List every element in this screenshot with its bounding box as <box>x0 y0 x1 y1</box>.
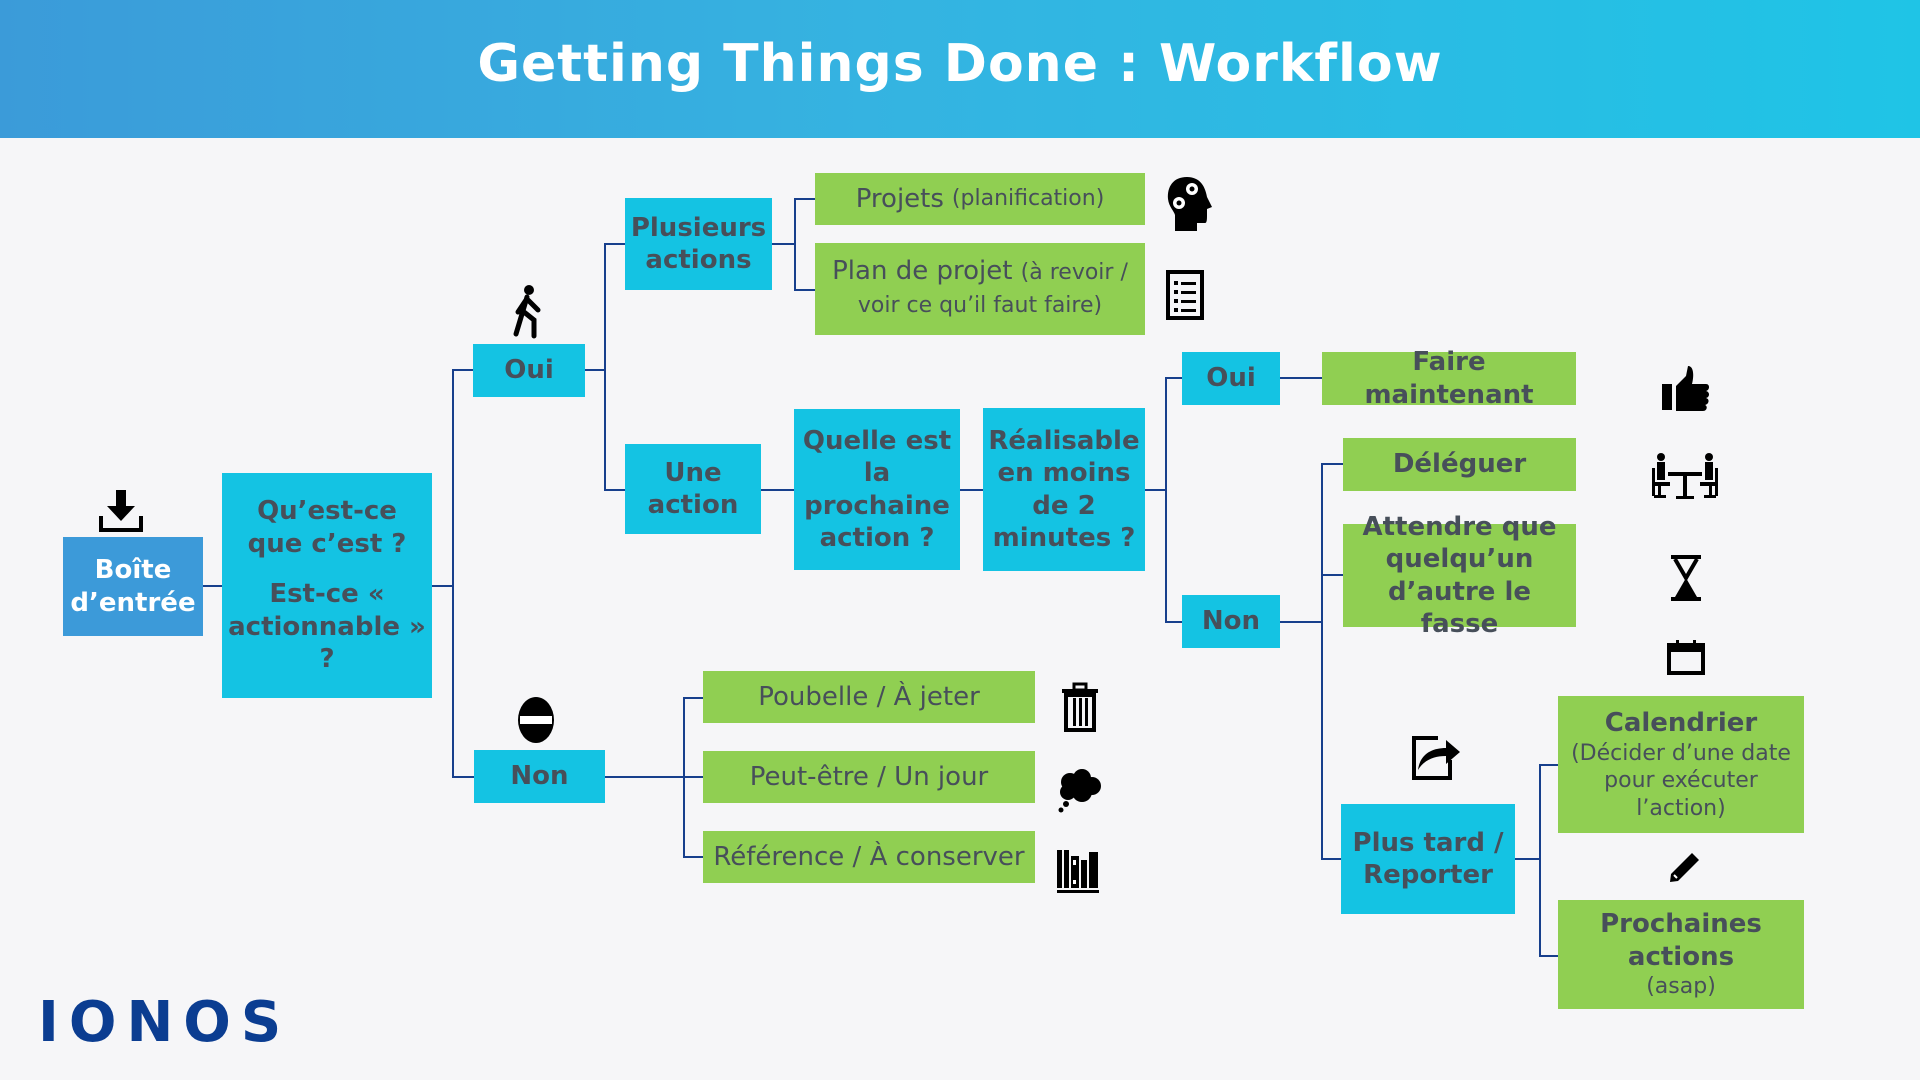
connector <box>794 289 815 291</box>
no-label: Non <box>1201 606 1261 637</box>
connector <box>1321 858 1341 860</box>
connector <box>604 243 625 245</box>
later-box: Plus tard / Reporter <box>1341 804 1515 914</box>
next-action-question-box: Quelle est la prochaine action ? <box>794 409 960 570</box>
do-now-label: Faire maintenant <box>1364 347 1534 410</box>
later-label: Plus tard / Reporter <box>1352 827 1504 891</box>
calendar-icon <box>1666 638 1706 676</box>
connector <box>1145 489 1165 491</box>
connector <box>604 489 625 491</box>
one-action-box: Une action <box>625 444 761 534</box>
no-label: Non <box>510 761 569 792</box>
connector <box>585 369 604 371</box>
next-actions-sublabel: (asap) <box>1646 974 1716 1000</box>
connector <box>761 489 794 491</box>
connector <box>432 585 452 587</box>
connector <box>452 776 474 778</box>
connector <box>1165 621 1182 623</box>
connector <box>794 198 815 200</box>
connector <box>960 489 983 491</box>
project-plan-box: Plan de projet (à revoir / voir ce qu’il… <box>815 243 1145 335</box>
connector <box>683 856 703 858</box>
connector <box>683 697 703 699</box>
delegate-label: Déléguer <box>1392 449 1527 480</box>
next-actions-box: Prochaines actions (asap) <box>1558 900 1804 1009</box>
thought-cloud-icon <box>1056 768 1102 814</box>
books-icon <box>1056 848 1100 894</box>
trash-box: Poubelle / À jeter <box>703 671 1035 723</box>
page-title: Getting Things Done : Workflow <box>477 34 1443 94</box>
connector <box>794 198 796 290</box>
walking-person-icon <box>508 284 548 340</box>
connector <box>605 776 683 778</box>
wait-label: Attendre que quelqu’un d’autre le fasse <box>1362 511 1557 640</box>
connector <box>1165 377 1167 622</box>
delegate-box: Déléguer <box>1343 438 1576 491</box>
checklist-icon <box>1165 270 1205 320</box>
yes-box-actionable: Oui <box>473 344 585 397</box>
connector <box>1539 764 1558 766</box>
multiple-actions-label: Plusieurs actions <box>630 212 767 276</box>
ionos-logo: IONOS <box>38 990 292 1055</box>
connector <box>1321 463 1323 859</box>
someday-label: Peut-être / Un jour <box>749 761 989 792</box>
inbox-box: Boîte d’entrée <box>63 537 203 636</box>
trash-label: Poubelle / À jeter <box>758 681 980 712</box>
connector <box>604 243 606 490</box>
projects-box: Projets (planification) <box>815 173 1145 225</box>
connector <box>683 776 703 778</box>
yes-label: Oui <box>1206 363 1256 394</box>
next-actions-label: Prochaines actions <box>1600 909 1762 972</box>
two-minutes-question-box: Réalisable en moins de 2 minutes ? <box>983 408 1145 571</box>
thumbs-up-icon <box>1660 366 1712 414</box>
question-what-is-it: Qu’est-ce que c’est ? <box>247 496 407 559</box>
project-plan-label: Plan de projet <box>832 256 1013 286</box>
yes-box-two-minutes: Oui <box>1182 352 1280 405</box>
projects-sublabel: (planification) <box>951 186 1105 212</box>
no-box-two-minutes: Non <box>1182 595 1280 648</box>
trash-icon <box>1060 682 1100 732</box>
no-box-actionable: Non <box>474 750 605 803</box>
connector <box>1539 955 1558 957</box>
meeting-people-icon <box>1650 452 1720 500</box>
connector <box>1280 621 1321 623</box>
pencil-icon <box>1668 850 1702 884</box>
share-forward-icon <box>1410 734 1462 782</box>
connector <box>1165 377 1182 379</box>
multiple-actions-box: Plusieurs actions <box>625 198 772 290</box>
wait-box: Attendre que quelqu’un d’autre le fasse <box>1343 512 1576 639</box>
hourglass-icon <box>1668 553 1704 603</box>
connector <box>1321 574 1343 576</box>
connector <box>772 243 794 245</box>
calendar-box: Calendrier (Décider d’une date pour exéc… <box>1558 696 1804 833</box>
calendar-sublabel: (Décider d’une date pour exécuter l’acti… <box>1571 740 1791 821</box>
someday-box: Peut-être / Un jour <box>703 751 1035 803</box>
projects-label: Projets <box>855 183 944 214</box>
actionable-question-box: Qu’est-ce que c’est ? Est-ce « actionnab… <box>222 473 432 698</box>
two-minutes-question-label: Réalisable en moins de 2 minutes ? <box>988 425 1140 554</box>
do-now-box: Faire maintenant <box>1322 347 1576 410</box>
download-tray-icon <box>98 488 144 534</box>
connector <box>1515 858 1539 860</box>
connector <box>452 369 473 371</box>
connector <box>1539 764 1541 956</box>
question-actionable: Est-ce « actionnable » ? <box>228 579 426 675</box>
calendar-label: Calendrier <box>1604 708 1758 738</box>
yes-label: Oui <box>504 355 554 386</box>
connector <box>1280 377 1322 379</box>
one-action-label: Une action <box>647 457 739 521</box>
inbox-label: Boîte d’entrée <box>70 555 196 618</box>
next-action-question-label: Quelle est la prochaine action ? <box>802 425 952 554</box>
reference-label: Référence / À conserver <box>713 841 1025 872</box>
no-entry-icon <box>512 696 560 744</box>
header-banner: Getting Things Done : Workflow <box>0 0 1920 138</box>
reference-box: Référence / À conserver <box>703 831 1035 883</box>
connector <box>203 585 222 587</box>
connector <box>1321 463 1343 465</box>
connector <box>452 369 454 777</box>
head-gears-icon <box>1165 175 1215 233</box>
